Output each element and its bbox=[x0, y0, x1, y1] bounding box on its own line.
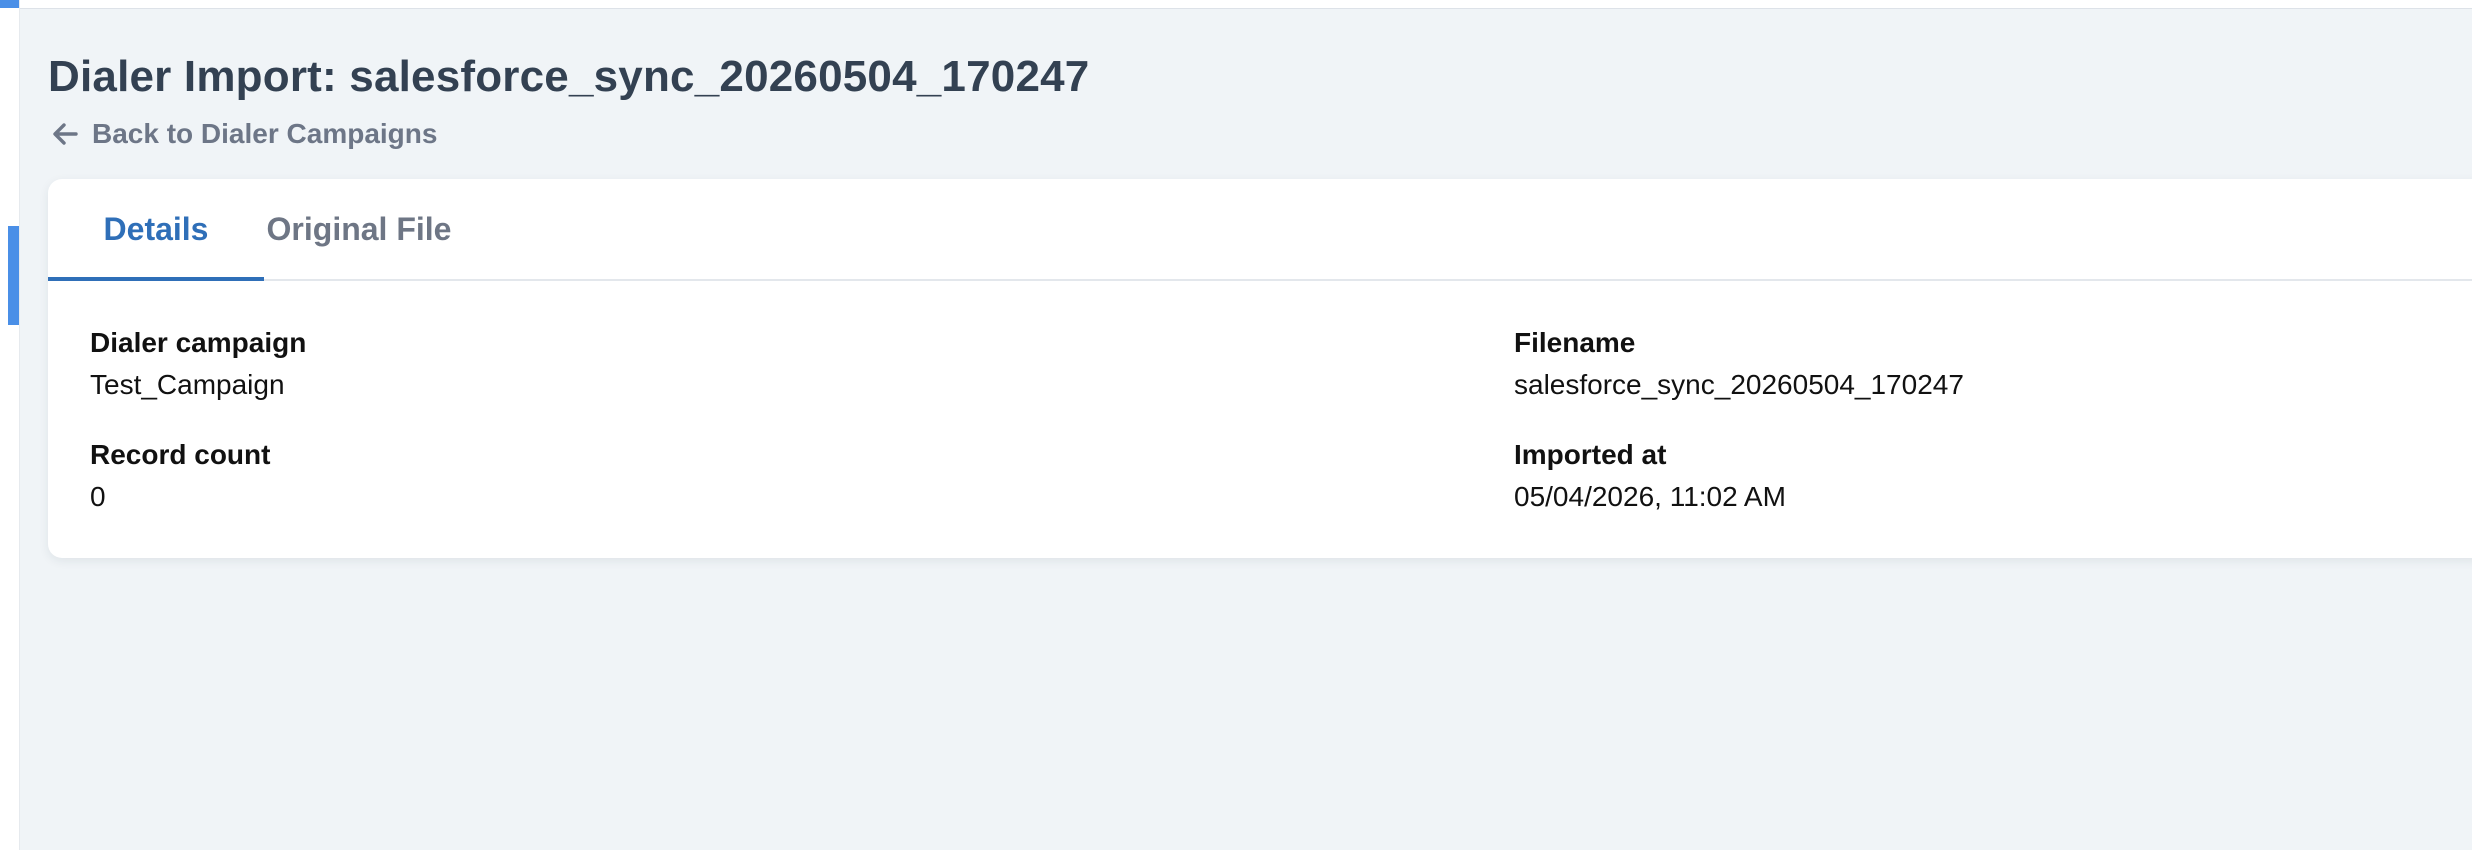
page-title: Dialer Import: salesforce_sync_20260504_… bbox=[48, 52, 1090, 101]
rail-active-indicator bbox=[8, 226, 19, 325]
tab-bar: Details Original File bbox=[48, 179, 2472, 281]
left-rail bbox=[0, 0, 20, 850]
filename-value: salesforce_sync_20260504_170247 bbox=[1514, 369, 1964, 400]
back-link-label: Back to Dialer Campaigns bbox=[92, 118, 438, 149]
rail-top-marker bbox=[0, 0, 19, 8]
record-count-value: 0 bbox=[90, 481, 106, 512]
dialer-campaign-value: Test_Campaign bbox=[90, 369, 285, 400]
dialer-campaign-label: Dialer campaign bbox=[90, 327, 307, 358]
import-details-card: Details Original File Dialer campaign Te… bbox=[48, 179, 2472, 558]
top-bar bbox=[20, 0, 2472, 9]
imported-at-value: 05/04/2026, 11:02 AM bbox=[1514, 481, 1786, 512]
imported-at-label: Imported at bbox=[1514, 439, 1667, 470]
filename-label: Filename bbox=[1514, 327, 1636, 358]
record-count-label: Record count bbox=[90, 439, 271, 470]
tab-details[interactable]: Details bbox=[48, 179, 264, 281]
tab-original-file[interactable]: Original File bbox=[264, 179, 454, 279]
arrow-left-icon bbox=[52, 122, 78, 146]
back-to-dialer-campaigns-link[interactable]: Back to Dialer Campaigns bbox=[52, 118, 437, 150]
